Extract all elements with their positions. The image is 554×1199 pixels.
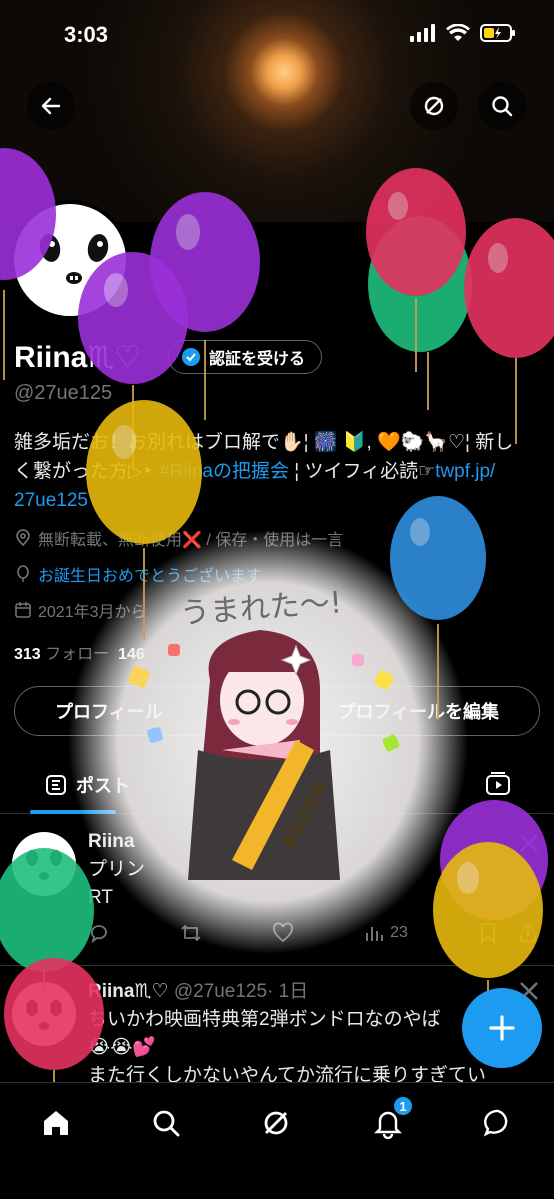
birthday-text[interactable]: お誕生日おめでとうございます — [38, 562, 262, 586]
following-label: フォロー — [45, 646, 110, 663]
like-icon[interactable] — [272, 922, 294, 944]
profile-tabs: ポスト — [0, 756, 554, 814]
retweet-icon[interactable] — [180, 922, 202, 944]
post-avatar[interactable] — [12, 982, 76, 1046]
calendar-icon — [15, 602, 31, 618]
follow-counts[interactable]: 313 フォロー 146 — [14, 640, 145, 664]
signal-icon — [410, 24, 435, 42]
joined-text: 2021年3月から — [38, 604, 147, 621]
bio-text: く繋がった方▷‣ — [14, 461, 160, 482]
get-verified-button[interactable]: 認証を受ける — [168, 340, 323, 374]
nav-search[interactable] — [144, 1101, 188, 1145]
profile-bio: 雑多垢だお！お別れはブロ解で✋🏻¦ 🎆 🔰, 🧡🐑🦙♡¦ 新し く繋がった方▷‣… — [14, 428, 544, 515]
grok-icon — [264, 1111, 288, 1135]
post-avatar[interactable] — [12, 832, 76, 896]
plus-icon — [489, 1015, 515, 1041]
following-count: 313 — [14, 646, 41, 663]
post-actions: 23 — [88, 922, 538, 944]
back-arrow-icon — [41, 97, 61, 115]
sticker-text: うまれた〜! — [179, 585, 343, 631]
status-bar: 3:03 — [0, 0, 554, 70]
avatar-face-icon — [39, 234, 109, 284]
messages-icon — [483, 1109, 508, 1137]
bio-line-1: 雑多垢だお！お別れはブロ解で✋🏻¦ 🎆 🔰, 🧡🐑🦙♡¦ 新し — [14, 432, 514, 453]
share-icon[interactable] — [518, 922, 538, 944]
balloon-icon — [17, 565, 29, 582]
post-text-1: プリン — [88, 859, 146, 880]
bio-text-2: ¦ ツイフィ必読☞ — [288, 461, 436, 482]
get-verified-label: 認証を受ける — [209, 351, 306, 368]
nav-messages[interactable] — [476, 1101, 520, 1145]
post-header: Riina♏︎♡ @27ue125· 1日 — [88, 978, 308, 1006]
nav-grok[interactable] — [254, 1101, 298, 1145]
no-sign-icon — [424, 96, 444, 116]
battery-icon — [480, 24, 515, 42]
search-icon — [492, 96, 513, 117]
profile-name: Riina♏︎♡ — [14, 341, 142, 374]
followers-count: 146 — [118, 646, 145, 663]
nav-notifications[interactable]: 1 — [366, 1095, 414, 1145]
bottom-navigation: 1 — [0, 1082, 554, 1199]
balloon — [464, 218, 554, 444]
views-count[interactable]: 23 — [364, 923, 408, 943]
balloon — [150, 192, 260, 420]
back-button[interactable] — [27, 82, 75, 130]
bookmark-icon[interactable] — [478, 922, 498, 944]
nav-home[interactable] — [34, 1101, 78, 1145]
post-text-1: ちいかわ映画特典第2弾ボンドロなのやば — [88, 1009, 441, 1030]
grok-button[interactable] — [410, 82, 458, 130]
profile-joined: 2021年3月から — [14, 598, 147, 622]
views-icon — [366, 927, 384, 941]
search-button[interactable] — [478, 82, 526, 130]
edit-left-label: プロフィール — [55, 702, 163, 722]
bio-line-2: く繋がった方▷‣ #Riinaの把握会 ¦ ツイフィ必読☞twpf.jp/ — [14, 457, 544, 486]
twpf-link-cont[interactable]: 27ue125 — [14, 486, 544, 515]
post-author[interactable]: Riina — [88, 828, 134, 856]
profile-birthday: お誕生日おめでとうございます — [14, 562, 262, 586]
tab-posts[interactable]: ポスト — [44, 772, 130, 798]
edit-profile-button[interactable]: プロフィール プロフィールを編集 — [14, 686, 540, 736]
hashtag-link[interactable]: #Riinaの把握会 — [159, 461, 289, 482]
edit-right-label: プロフィールを編集 — [337, 702, 499, 722]
tab-media[interactable] — [484, 770, 512, 803]
post-handle: @27ue125 — [173, 981, 268, 1002]
verified-badge-icon — [182, 348, 200, 366]
reply-icon[interactable] — [88, 922, 110, 944]
search-icon — [153, 1110, 180, 1137]
x-logo-icon — [520, 834, 538, 852]
status-time: 3:03 — [64, 22, 109, 47]
balloon — [368, 216, 472, 410]
profile-location: 無断転載、無断使用❌ / 保存・使用は一言 — [14, 526, 343, 550]
views-value: 23 — [390, 924, 408, 941]
home-icon — [44, 1111, 68, 1135]
notifications-badge: 1 — [392, 1095, 414, 1117]
location-text: 無断転載、無断使用❌ / 保存・使用は一言 — [38, 532, 344, 549]
post-author[interactable]: Riina♏︎♡ — [88, 981, 169, 1002]
post-time: · 1日 — [267, 981, 309, 1002]
tab-posts-label: ポスト — [76, 776, 130, 796]
posts-tab-icon — [46, 775, 66, 795]
profile-handle: @27ue125 — [14, 382, 113, 404]
profile-avatar[interactable] — [10, 200, 130, 320]
status-icons — [410, 24, 516, 42]
media-tab-icon — [486, 772, 510, 795]
compose-post-button[interactable] — [462, 988, 542, 1068]
twpf-link[interactable]: twpf.jp/ — [435, 461, 495, 482]
location-icon — [16, 529, 30, 547]
post-text-2: 😭😭💕 — [88, 1037, 157, 1058]
post-text-2: RT — [88, 887, 113, 908]
wifi-icon — [446, 24, 470, 41]
